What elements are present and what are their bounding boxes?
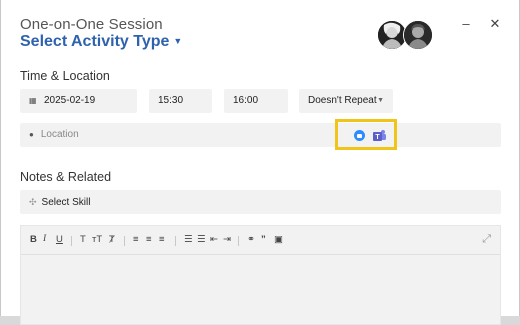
toolbar-divider bbox=[71, 236, 72, 246]
chevron-down-icon: ▼ bbox=[173, 36, 183, 46]
indent-decrease-icon[interactable]: ⇤ bbox=[210, 234, 218, 245]
integration-highlight bbox=[335, 119, 397, 150]
editor-toolbar: B I U T тT Ⱦ ≡ ≡ ≡ ☰ ☰ ⇤ ⇥ ⚭ ” ▣ bbox=[21, 226, 500, 255]
close-button[interactable]: ✕ bbox=[488, 16, 502, 32]
text-size-icon[interactable]: T bbox=[80, 234, 86, 245]
notes-related-heading: Notes & Related bbox=[20, 170, 112, 184]
align-center-icon[interactable]: ≡ bbox=[146, 234, 152, 245]
align-left-icon[interactable]: ≡ bbox=[133, 234, 139, 245]
minimize-button[interactable]: – bbox=[459, 16, 473, 31]
teams-icon[interactable]: T bbox=[373, 129, 386, 142]
time-location-heading: Time & Location bbox=[20, 69, 110, 83]
svg-text:T: T bbox=[375, 134, 380, 141]
indent-increase-icon[interactable]: ⇥ bbox=[223, 234, 231, 245]
toolbar-divider bbox=[124, 236, 125, 246]
italic-icon[interactable]: I bbox=[43, 234, 46, 244]
expand-icon[interactable]: ⤢ bbox=[482, 233, 491, 246]
image-icon[interactable]: ▣ bbox=[274, 234, 283, 245]
activity-type-selector[interactable]: Select Activity Type ▼ bbox=[20, 33, 182, 51]
bold-icon[interactable]: B bbox=[30, 234, 37, 245]
repeat-value: Doesn't Repeat bbox=[308, 95, 377, 106]
align-right-icon[interactable]: ≡ bbox=[159, 234, 165, 245]
notes-editor[interactable]: B I U T тT Ⱦ ≡ ≡ ≡ ☰ ☰ ⇤ ⇥ ⚭ ” ▣ ⤢ bbox=[20, 225, 501, 325]
location-input[interactable]: ● Location bbox=[20, 123, 501, 147]
location-pin-icon: ● bbox=[29, 130, 34, 139]
dialog-title: One-on-One Session bbox=[20, 16, 163, 33]
end-time-value: 16:00 bbox=[233, 95, 259, 106]
date-field[interactable]: ▦ 2025-02-19 bbox=[20, 89, 137, 113]
toolbar-divider bbox=[175, 236, 176, 246]
activity-dialog: One-on-One Session Select Activity Type ▼… bbox=[0, 0, 520, 325]
skill-icon: ✣ bbox=[29, 197, 37, 207]
numbered-list-icon[interactable]: ☰ bbox=[197, 234, 206, 245]
clear-format-icon[interactable]: Ⱦ bbox=[109, 234, 115, 245]
underline-icon[interactable]: U bbox=[56, 234, 63, 245]
text-size-small-icon[interactable]: тT bbox=[92, 234, 102, 245]
bullet-list-icon[interactable]: ☰ bbox=[184, 234, 193, 245]
participants bbox=[377, 20, 435, 50]
select-skill-field[interactable]: ✣ Select Skill bbox=[20, 190, 501, 214]
link-icon[interactable]: ⚭ bbox=[247, 234, 255, 245]
quote-icon[interactable]: ” bbox=[261, 234, 266, 245]
activity-type-label: Select Activity Type bbox=[20, 33, 170, 50]
location-placeholder: Location bbox=[40, 129, 79, 140]
caret-down-icon: ▼ bbox=[377, 97, 384, 104]
calendar-icon: ▦ bbox=[29, 96, 37, 105]
toolbar-divider bbox=[238, 236, 239, 246]
skill-label: Select Skill bbox=[41, 197, 91, 208]
repeat-select[interactable]: Doesn't Repeat ▼ bbox=[299, 89, 393, 113]
zoom-icon[interactable] bbox=[354, 130, 365, 141]
avatar[interactable] bbox=[403, 20, 433, 50]
date-value: 2025-02-19 bbox=[44, 95, 96, 106]
end-time-field[interactable]: 16:00 bbox=[224, 89, 288, 113]
start-time-field[interactable]: 15:30 bbox=[149, 89, 212, 113]
start-time-value: 15:30 bbox=[158, 95, 184, 106]
